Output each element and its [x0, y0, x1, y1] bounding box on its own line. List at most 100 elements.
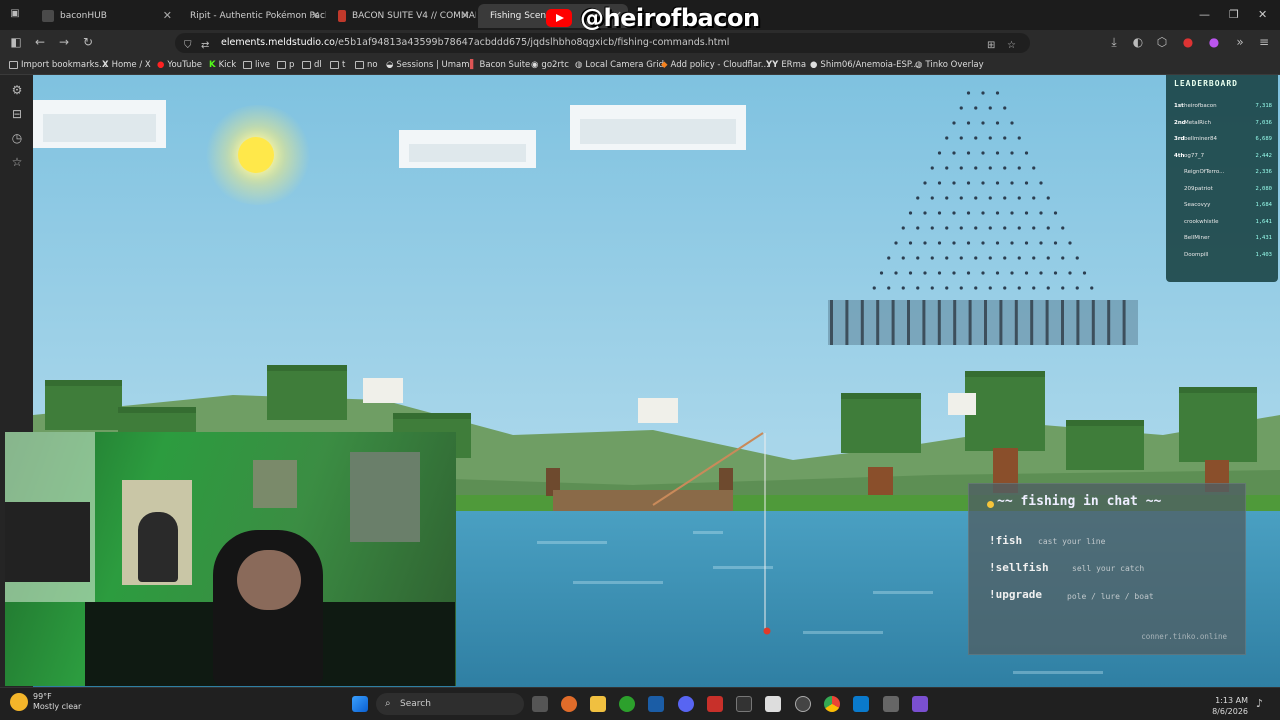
- notification-icon[interactable]: ♪: [1256, 697, 1268, 710]
- bookmark-folder-t[interactable]: t: [330, 60, 345, 70]
- bookmark-bacon-suite[interactable]: ▌ Bacon Suite: [470, 60, 530, 70]
- plinko-peg: [988, 136, 992, 140]
- bookmark-kick[interactable]: K Kick: [209, 60, 236, 70]
- cloudflare-icon: ◆: [661, 60, 668, 70]
- history-icon[interactable]: ◷: [10, 131, 24, 145]
- tab-actions-icon[interactable]: ▣: [8, 8, 22, 19]
- close-icon[interactable]: ✕: [461, 9, 470, 22]
- plinko-peg: [1053, 211, 1058, 215]
- reload-icon[interactable]: ↻: [80, 35, 96, 49]
- command-sellfish: !sellfish: [989, 561, 1049, 574]
- bookmark-label: go2rtc: [541, 60, 569, 70]
- app-icon[interactable]: [883, 696, 899, 712]
- favorites-icon[interactable]: ☆: [10, 155, 24, 169]
- plinko-peg: [930, 166, 934, 170]
- tab-bacon-suite[interactable]: BACON SUITE V4 // COMMAND ✕: [326, 4, 476, 28]
- steam-icon[interactable]: [648, 696, 664, 712]
- plinko-peg: [1046, 226, 1050, 230]
- firefox-icon[interactable]: [561, 696, 577, 712]
- bookmark-go2rtc[interactable]: ◉ go2rtc: [531, 60, 569, 70]
- extension-icon[interactable]: ◐: [1130, 35, 1146, 49]
- sun: [238, 137, 274, 173]
- bookmark-folder-p[interactable]: p: [277, 60, 294, 70]
- app-icon[interactable]: [707, 696, 723, 712]
- bookmark-folder-no[interactable]: no: [355, 60, 378, 70]
- plinko-peg: [1032, 286, 1036, 290]
- bookmark-umami[interactable]: ◒ Sessions | Umami: [386, 60, 472, 70]
- bookmark-home-x[interactable]: X Home / X: [102, 60, 151, 70]
- bookmark-tinko[interactable]: ◍ Tinko Overlay: [915, 60, 984, 70]
- bookmark-cloudflare[interactable]: ◆ Add policy - Cloudflar...: [661, 60, 769, 70]
- system-clock[interactable]: 1:13 AM 8/6/2026: [1204, 695, 1248, 717]
- bookmark-label: Import bookmarks...: [21, 60, 108, 70]
- bookmark-import[interactable]: Import bookmarks...: [9, 60, 107, 70]
- slot-divider: [1076, 300, 1080, 345]
- bookmark-youtube[interactable]: ● YouTube: [157, 60, 202, 70]
- tab-baconhub[interactable]: baconHUB ✕: [30, 4, 178, 28]
- plinko-peg: [916, 256, 920, 260]
- bookmark-erma[interactable]: YY ERma: [766, 60, 806, 70]
- minimize-icon[interactable]: —: [1199, 8, 1210, 21]
- command-desc: pole / lure / boat: [1067, 592, 1154, 601]
- plinko-peg: [923, 241, 927, 245]
- vscode-icon[interactable]: [853, 696, 869, 712]
- plinko-peg: [1075, 286, 1079, 290]
- downloads-icon[interactable]: ⤓: [1106, 35, 1122, 50]
- plinko-peg: [1032, 196, 1036, 200]
- forward-icon[interactable]: →: [56, 35, 72, 49]
- bookmark-folder-dl[interactable]: dl: [302, 60, 322, 70]
- chrome-icon[interactable]: [824, 696, 840, 712]
- footer-url: conner.tinko.online: [1141, 632, 1227, 641]
- leaderboard-row: crookwhistle 1,641: [1174, 216, 1272, 228]
- back-icon[interactable]: ←: [32, 35, 48, 49]
- plinko-peg: [923, 181, 927, 185]
- discord-icon[interactable]: [678, 696, 694, 712]
- chevron-icon[interactable]: »: [1232, 35, 1248, 49]
- profile-icon[interactable]: ●: [1206, 35, 1222, 49]
- command-desc: sell your catch: [1072, 564, 1145, 573]
- file-explorer-icon[interactable]: [590, 696, 606, 712]
- bookmark-camera-grid[interactable]: ◍ Local Camera Grid: [575, 60, 664, 70]
- plinko-peg: [887, 286, 891, 290]
- obs-icon[interactable]: [795, 696, 811, 712]
- plinko-peg: [981, 211, 985, 215]
- close-icon[interactable]: ✕: [311, 9, 320, 22]
- sidebar-toggle-icon[interactable]: ◧: [8, 35, 24, 49]
- tab-ripit[interactable]: Ripit - Authentic Pokémon Pack Op ✕: [178, 4, 326, 28]
- bookmark-folder-live[interactable]: live: [243, 60, 270, 70]
- extension-red-icon[interactable]: ●: [1180, 35, 1196, 49]
- terminal-icon[interactable]: [736, 696, 752, 712]
- install-app-icon[interactable]: ⊞: [987, 36, 995, 56]
- start-icon[interactable]: [352, 696, 368, 712]
- extensions-icon[interactable]: ⬡: [1154, 35, 1170, 49]
- weather-widget[interactable]: 99°F Mostly clear: [10, 692, 81, 712]
- plinko-peg: [1032, 226, 1036, 230]
- points: 6,689: [1255, 136, 1272, 142]
- xbox-icon[interactable]: [619, 696, 635, 712]
- face: [237, 550, 301, 610]
- plinko-peg: [1017, 226, 1021, 230]
- notepad-icon[interactable]: [765, 696, 781, 712]
- menu-icon[interactable]: ≡: [1256, 35, 1272, 49]
- settings-icon[interactable]: ⚙: [10, 83, 24, 97]
- bookmark-anemoia[interactable]: ● Shim06/Anemoia-ESP...: [810, 60, 919, 70]
- collections-icon[interactable]: ⊟: [10, 107, 24, 121]
- plinko-peg: [1003, 256, 1007, 260]
- app-icon[interactable]: [912, 696, 928, 712]
- site-settings-icon[interactable]: ⇄: [201, 36, 209, 56]
- tab-label: BACON SUITE V4 // COMMAND: [352, 11, 476, 21]
- plinko-peg: [1003, 286, 1007, 290]
- maximize-icon[interactable]: ❐: [1229, 8, 1239, 21]
- task-view-icon[interactable]: [532, 696, 548, 712]
- search-box[interactable]: ⌕ Search: [376, 693, 524, 715]
- plinko-peg: [1003, 226, 1007, 230]
- date: 8/6/2026: [1212, 707, 1248, 716]
- slot-divider: [1107, 300, 1111, 345]
- close-window-icon[interactable]: ✕: [1258, 8, 1267, 21]
- bookmark-star-icon[interactable]: ☆: [1007, 36, 1016, 56]
- plinko-peg: [995, 151, 1000, 155]
- plinko-peg: [945, 136, 949, 140]
- shield-icon[interactable]: ⛉: [184, 36, 192, 56]
- address-bar[interactable]: ⛉ ⇄ elements.meldstudio.co/e5b1af94813a4…: [175, 33, 1030, 53]
- close-icon[interactable]: ✕: [163, 9, 172, 22]
